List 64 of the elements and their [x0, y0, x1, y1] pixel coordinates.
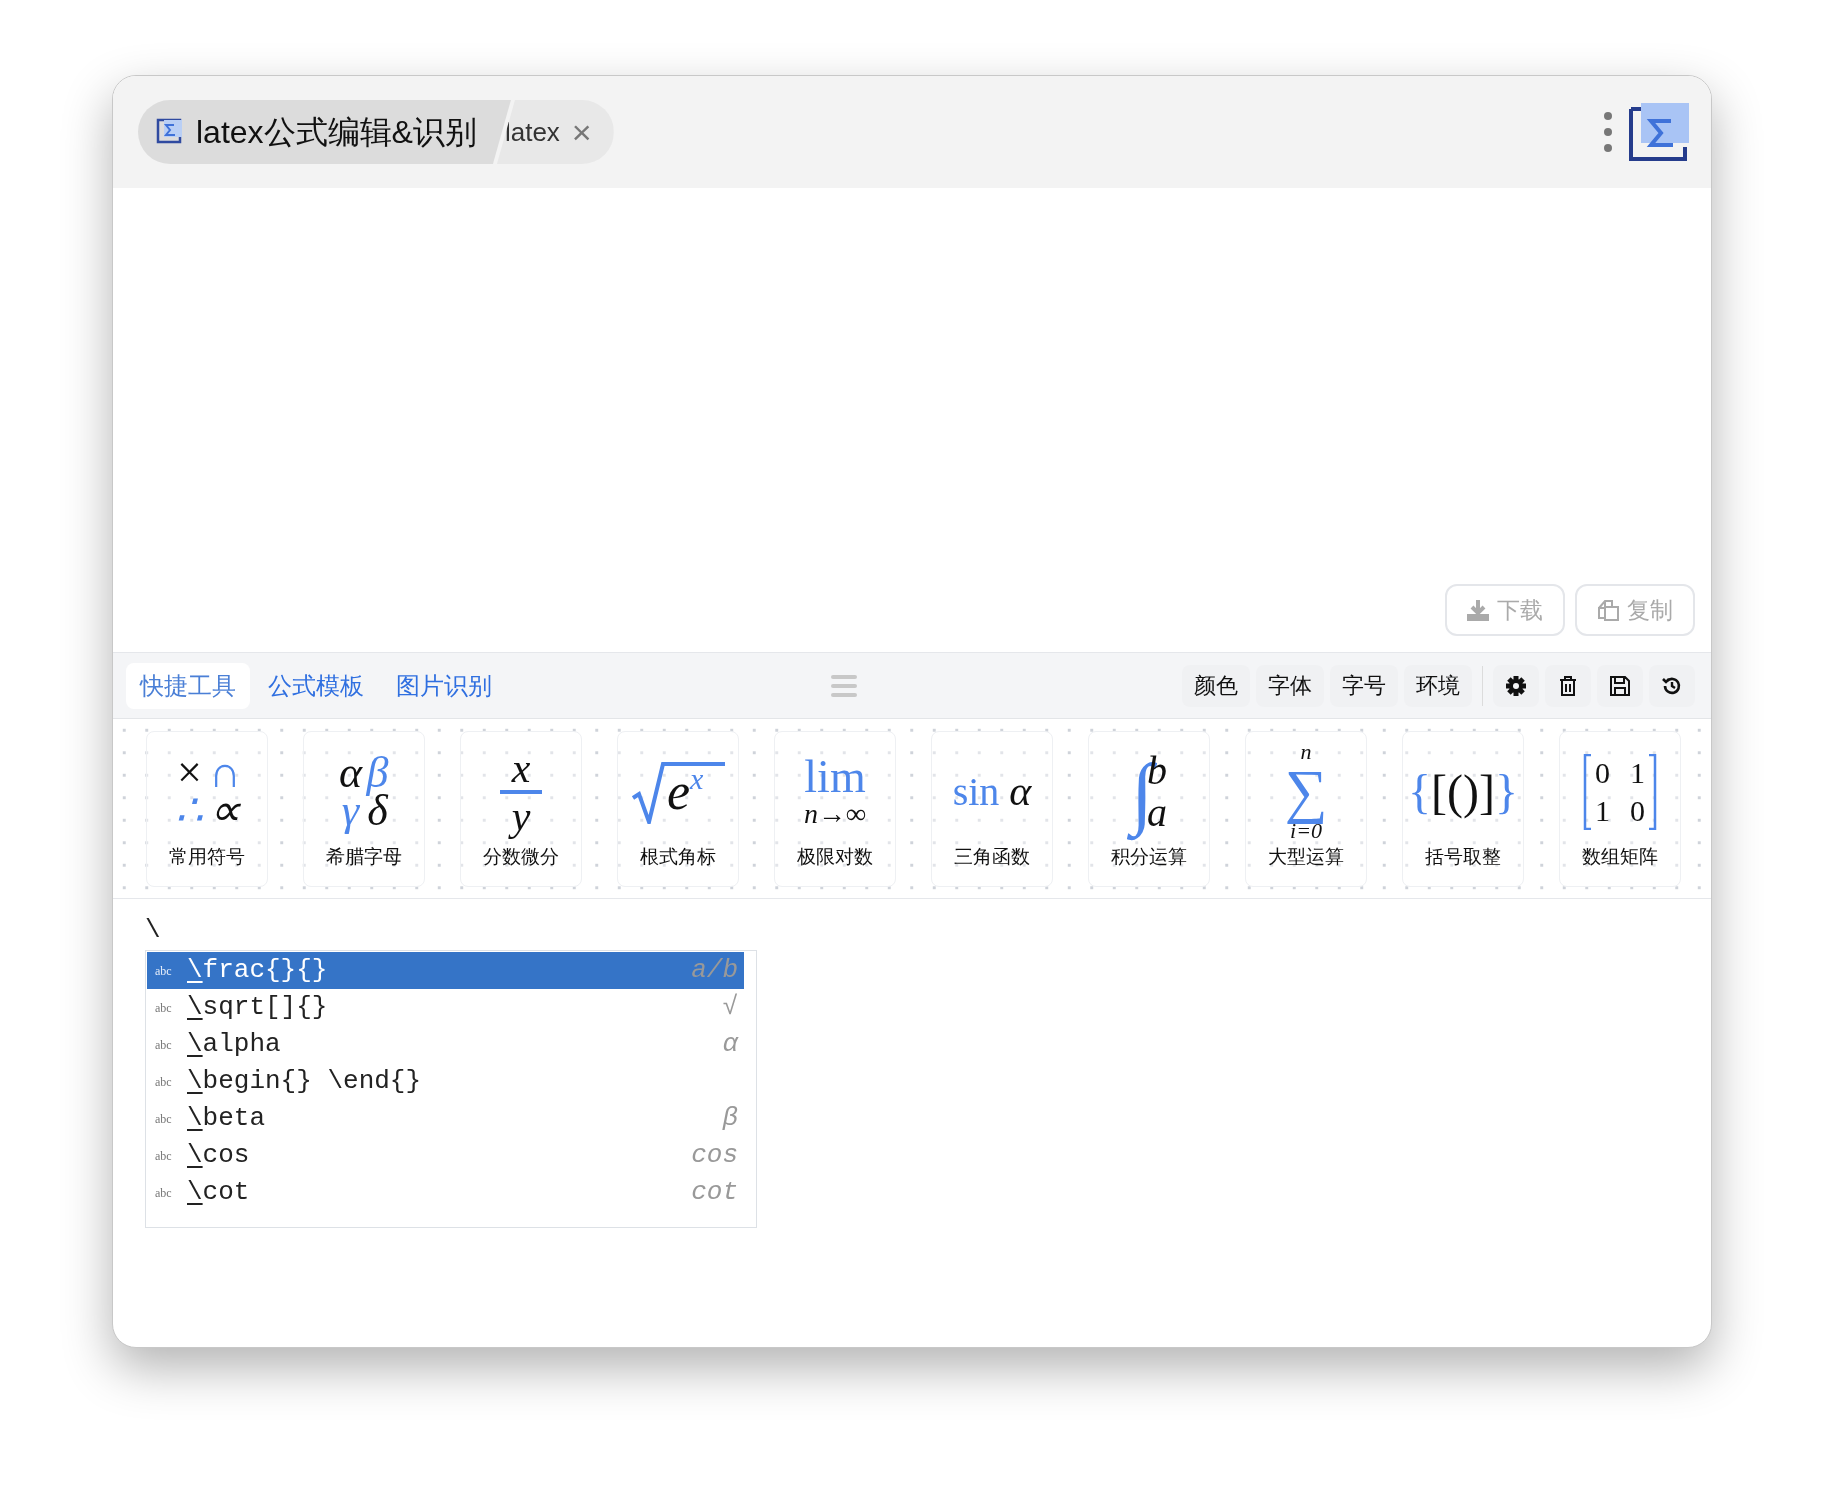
autocomplete-item[interactable]: abc \frac{}{} a/b — [147, 952, 744, 989]
menu-button[interactable]: 字体 — [1256, 664, 1324, 707]
drag-handle-icon[interactable] — [831, 674, 857, 697]
item-command: \cos — [187, 1139, 250, 1172]
tile-label: 大型运算 — [1268, 845, 1344, 869]
more-icon[interactable] — [1603, 111, 1613, 153]
settings-button[interactable] — [1493, 664, 1539, 707]
tool-tile[interactable]: αβ γ δ 希腊字母 — [303, 730, 425, 887]
tile-label: 极限对数 — [797, 845, 873, 869]
item-preview: β — [722, 1102, 738, 1135]
item-preview: α — [722, 1028, 738, 1061]
item-command: \beta — [187, 1102, 266, 1135]
menu-button[interactable]: 字号 — [1330, 664, 1398, 707]
item-command: \cot — [187, 1176, 250, 1209]
item-preview: a/b — [691, 954, 738, 987]
settings-icon — [1505, 674, 1527, 697]
tool-tile[interactable]: {[()]} 括号取整 — [1402, 730, 1524, 887]
tool-tile[interactable]: ×∩ ∴∝ 常用符号 — [146, 730, 268, 887]
tile-label: 常用符号 — [169, 845, 245, 869]
save-button[interactable] — [1597, 664, 1643, 707]
tile-label: 三角函数 — [954, 845, 1030, 869]
item-type-label: abc — [155, 962, 173, 980]
tool-tile[interactable]: x y 分数微分 — [460, 730, 582, 887]
sigma-icon — [156, 118, 184, 146]
close-button[interactable]: × — [571, 115, 592, 149]
item-type-label: abc — [155, 1184, 173, 1202]
item-command: \begin{} \end{} — [187, 1065, 422, 1098]
tool-tile[interactable]: lim n→∞ 极限对数 — [774, 730, 896, 887]
download-icon — [1467, 599, 1489, 621]
item-type-label: abc — [155, 1073, 173, 1091]
item-type-label: abc — [155, 1036, 173, 1054]
history-button[interactable] — [1649, 664, 1695, 707]
item-type-label: abc — [155, 1110, 173, 1128]
sigma-icon — [1629, 103, 1689, 161]
item-type-label: abc — [155, 999, 173, 1017]
tile-label: 分数微分 — [483, 845, 559, 869]
menu-button[interactable]: 颜色 — [1182, 664, 1250, 707]
item-type-label: abc — [155, 1147, 173, 1165]
item-preview: cot — [691, 1176, 738, 1209]
radical-sign-icon — [631, 759, 725, 824]
item-preview: √ — [722, 991, 738, 1024]
tool-tile[interactable]: n ∑ i=0 大型运算 — [1245, 730, 1367, 887]
tool-tile[interactable]: sin α 三角函数 — [931, 730, 1053, 887]
tile-label: 根式角标 — [640, 845, 716, 869]
window-tab[interactable]: latex × — [496, 100, 614, 164]
copy-icon — [1597, 599, 1619, 621]
trash-icon — [1557, 674, 1579, 697]
tool-tile[interactable]: 0 1 1 0 数组矩阵 — [1559, 730, 1681, 887]
tile-label: 希腊字母 — [326, 845, 402, 869]
tile-label: 括号取整 — [1425, 845, 1501, 869]
menu-button[interactable]: 环境 — [1404, 664, 1472, 707]
right-bracket-icon — [1647, 753, 1657, 830]
tile-label: 积分运算 — [1111, 845, 1187, 869]
toolbar-tab[interactable]: 公式模板 — [254, 662, 378, 709]
toolbar-tab[interactable]: 快捷工具 — [126, 662, 250, 709]
left-bracket-icon — [1583, 753, 1593, 830]
item-command: \sqrt[]{} — [187, 991, 328, 1024]
editor-text[interactable]: \ — [145, 915, 165, 945]
delete-button[interactable] — [1545, 664, 1591, 707]
item-command: \alpha — [187, 1028, 281, 1061]
item-preview: cos — [691, 1139, 738, 1172]
tile-label: 数组矩阵 — [1582, 845, 1658, 869]
item-command: \frac{}{} — [187, 954, 328, 987]
toolbar-tab[interactable]: 图片识别 — [382, 662, 506, 709]
